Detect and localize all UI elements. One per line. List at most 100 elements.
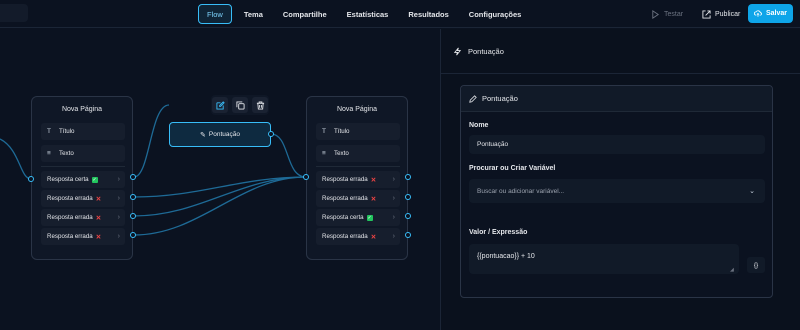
- node1-input-port[interactable]: [28, 176, 34, 182]
- chevron-right-icon: ›: [392, 214, 395, 221]
- edit-node-button[interactable]: [212, 97, 228, 113]
- cross-icon: ✕: [95, 214, 102, 222]
- answer-row[interactable]: Resposta errada ✕ ›: [316, 190, 400, 207]
- divider: [316, 166, 400, 167]
- logo-slot[interactable]: [0, 4, 28, 22]
- node2-input-port[interactable]: [303, 174, 309, 180]
- pencil-icon: [469, 94, 477, 103]
- tab-compartilhe[interactable]: Compartilhe: [275, 4, 335, 24]
- pontuacao-node[interactable]: ✎ Pontuação: [169, 122, 271, 147]
- answer-label: Resposta errada: [322, 195, 368, 202]
- node-item-texto[interactable]: ≡ Texto: [41, 145, 125, 162]
- answer-output-port[interactable]: [130, 232, 136, 238]
- tab-flow[interactable]: Flow: [198, 4, 232, 24]
- answer-label: Resposta certa: [322, 214, 364, 221]
- panel-title: Pontuação: [468, 46, 504, 56]
- tab-estatisticas[interactable]: Estatísticas: [339, 4, 397, 24]
- flow-canvas[interactable]: Nova Página T Título ≡ Texto Resposta cert…: [0, 29, 440, 330]
- variable-label: Procurar ou Criar Variável: [469, 165, 556, 172]
- play-icon: [652, 9, 660, 19]
- edge-incoming: [0, 138, 32, 180]
- tab-tema[interactable]: Tema: [236, 4, 271, 24]
- page-node-1[interactable]: Nova Página T Título ≡ Texto Resposta cert…: [31, 96, 133, 260]
- check-icon: ✓: [366, 214, 373, 221]
- resize-handle-icon[interactable]: ◢: [730, 267, 734, 273]
- node-item-titulo[interactable]: T Título: [316, 123, 400, 140]
- pontuacao-output-port[interactable]: [268, 131, 274, 137]
- card-header: Pontuação: [461, 86, 772, 112]
- cross-icon: ✕: [370, 195, 377, 203]
- lightning-icon: [453, 47, 462, 55]
- edge-certa-to-pontuacao: [133, 104, 170, 178]
- publish-button[interactable]: Publicar: [694, 4, 748, 24]
- answer-row[interactable]: Resposta errada ✕ ›: [41, 228, 125, 245]
- item-label: Texto: [334, 150, 349, 157]
- chevron-right-icon: ›: [392, 195, 395, 202]
- properties-panel: Pontuação Pontuação Nome Pontuação Procu…: [440, 29, 800, 330]
- answer-label: Resposta errada: [47, 233, 93, 240]
- external-link-icon: [702, 9, 711, 19]
- text-type-icon: T: [322, 128, 326, 135]
- name-label: Nome: [469, 122, 489, 129]
- chevron-right-icon: ›: [117, 176, 120, 183]
- answer-row[interactable]: Resposta errada ✕ ›: [316, 228, 400, 245]
- text-type-icon: T: [47, 128, 51, 135]
- item-label: Título: [334, 128, 350, 135]
- tab-resultados[interactable]: Resultados: [400, 4, 456, 24]
- answer-output-port[interactable]: [405, 213, 411, 219]
- main-tabs: Flow Tema Compartilhe Estatísticas Resul…: [198, 4, 529, 24]
- node-title: Nova Página: [61, 106, 103, 113]
- chevron-down-icon: ⌄: [749, 188, 755, 195]
- divider: [41, 166, 125, 167]
- answer-output-port[interactable]: [130, 174, 136, 180]
- node-title: Nova Página: [336, 106, 378, 113]
- answer-row[interactable]: Resposta errada ✕ ›: [41, 190, 125, 207]
- insert-variable-button[interactable]: {}: [747, 257, 765, 273]
- node-item-titulo[interactable]: T Título: [41, 123, 125, 140]
- chevron-right-icon: ›: [392, 233, 395, 240]
- chevron-right-icon: ›: [117, 233, 120, 240]
- answer-row[interactable]: Resposta errada ✕ ›: [41, 209, 125, 226]
- duplicate-node-button[interactable]: [232, 97, 248, 113]
- page-node-2[interactable]: Nova Página T Título ≡ Texto Resposta erra…: [306, 96, 408, 260]
- test-label: Testar: [664, 10, 684, 18]
- top-bar: Flow Tema Compartilhe Estatísticas Resul…: [0, 0, 800, 28]
- answer-output-port[interactable]: [405, 194, 411, 200]
- check-icon: ✓: [91, 176, 98, 183]
- answer-label: Resposta errada: [322, 233, 368, 240]
- chevron-right-icon: ›: [117, 195, 120, 202]
- save-label: Salvar: [765, 10, 787, 17]
- test-button[interactable]: Testar: [643, 4, 691, 24]
- answer-output-port[interactable]: [130, 194, 136, 200]
- delete-node-button[interactable]: [252, 97, 268, 113]
- pontuacao-card: Pontuação Nome Pontuação Procurar ou Cri…: [460, 85, 773, 298]
- answer-row[interactable]: Resposta certa ✓ ›: [316, 209, 400, 226]
- answer-row[interactable]: Resposta certa ✓ ›: [41, 171, 125, 188]
- chevron-right-icon: ›: [392, 176, 395, 183]
- answer-output-port[interactable]: [405, 174, 411, 180]
- panel-header: Pontuação: [441, 29, 800, 74]
- answer-row[interactable]: Resposta errada ✕ ›: [316, 171, 400, 188]
- variable-placeholder: Buscar ou adicionar variável...: [477, 187, 565, 195]
- chevron-right-icon: ›: [117, 214, 120, 221]
- save-button[interactable]: Salvar: [748, 4, 793, 23]
- item-label: Título: [59, 128, 75, 135]
- cross-icon: ✕: [370, 233, 377, 241]
- expression-label: Valor / Expressão: [469, 229, 528, 236]
- cross-icon: ✕: [95, 233, 102, 241]
- trash-icon: [256, 100, 264, 110]
- name-field[interactable]: Pontuação: [469, 135, 765, 154]
- node-toolbar: [211, 95, 269, 115]
- pencil-icon: ✎: [200, 131, 206, 139]
- cloud-upload-icon: [754, 10, 762, 17]
- expression-input[interactable]: {{pontuacao}} + 10: [469, 244, 739, 274]
- answer-label: Resposta errada: [322, 176, 368, 183]
- answer-output-port[interactable]: [130, 213, 136, 219]
- answer-output-port[interactable]: [405, 232, 411, 238]
- node-item-texto[interactable]: ≡ Texto: [316, 145, 400, 162]
- item-label: Texto: [59, 150, 74, 157]
- copy-icon: [235, 100, 245, 110]
- card-title: Pontuação: [482, 94, 518, 103]
- tab-configuracoes[interactable]: Configurações: [461, 4, 530, 24]
- variable-select[interactable]: Buscar ou adicionar variável... ⌄: [469, 179, 765, 203]
